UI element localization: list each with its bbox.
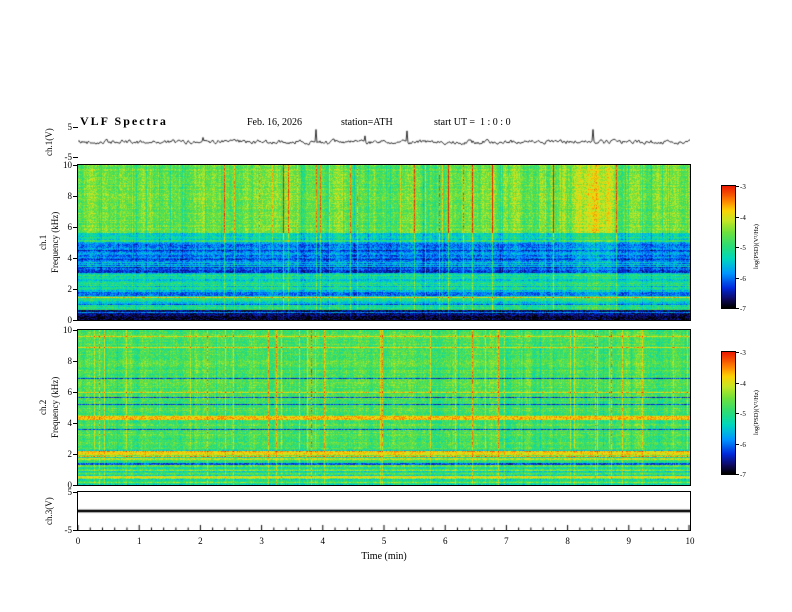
tick-mark xyxy=(73,361,78,362)
tick-mark xyxy=(73,423,78,424)
tick-mark xyxy=(736,413,739,414)
ch2-channel-axis-label: ch.2 xyxy=(38,399,48,416)
tick-mark xyxy=(73,165,78,166)
ch3-waveform-plot xyxy=(78,492,690,530)
tick-mark xyxy=(73,392,78,393)
tick-label: 4 xyxy=(67,253,73,263)
tick-label: 10 xyxy=(63,160,72,170)
tick-mark xyxy=(736,216,739,218)
tick-label: 4 xyxy=(320,536,326,546)
tick-label: 9 xyxy=(626,536,632,546)
tick-label: 0 xyxy=(75,536,81,546)
tick-mark xyxy=(73,227,78,228)
tick-label: 6 xyxy=(442,536,448,546)
tick-mark xyxy=(736,186,739,187)
vlf-spectra-figure: VLF Spectra Feb. 16, 2026 station=ATH st… xyxy=(0,0,792,612)
tick-label: 5 xyxy=(381,536,387,546)
tick-mark xyxy=(73,485,78,486)
tick-label: -7 xyxy=(740,305,746,313)
tick-mark xyxy=(73,330,78,331)
ch1-frequency-axis-label: Frequency (kHz) xyxy=(50,211,60,274)
tick-label: -5 xyxy=(740,410,746,418)
tick-mark xyxy=(73,289,78,290)
tick-mark xyxy=(736,474,739,475)
tick-label: 10 xyxy=(685,536,695,546)
tick-label: -6 xyxy=(740,274,746,283)
tick-mark xyxy=(736,443,739,445)
colorbar2 xyxy=(722,352,735,474)
tick-label: 7 xyxy=(504,536,509,546)
tick-mark xyxy=(73,320,78,321)
tick-mark xyxy=(73,157,78,158)
tick-label: -5 xyxy=(740,244,746,252)
tick-label: -3 xyxy=(740,183,746,191)
tick-label: 10 xyxy=(63,325,72,335)
tick-label: 2 xyxy=(67,284,73,294)
tick-mark xyxy=(73,492,78,493)
tick-label: 4 xyxy=(67,418,73,428)
tick-mark xyxy=(73,454,78,455)
tick-label: 3 xyxy=(259,536,264,546)
time-axis-label: Time (min) xyxy=(361,551,407,562)
tick-mark xyxy=(73,196,78,197)
tick-mark xyxy=(73,258,78,259)
tick-mark xyxy=(73,127,78,128)
colorbar1 xyxy=(722,186,735,308)
ch1-channel-axis-label: ch.1 xyxy=(38,234,48,251)
tick-label: 5 xyxy=(67,487,73,497)
tick-label: 8 xyxy=(565,536,570,546)
tick-label: -4 xyxy=(740,379,746,388)
tick-label: 8 xyxy=(67,191,73,201)
tick-mark xyxy=(736,352,739,353)
tick-label: -7 xyxy=(740,471,746,479)
tick-label: -3 xyxy=(740,349,746,357)
tick-label: 6 xyxy=(67,387,73,397)
tick-label: 1 xyxy=(136,536,142,546)
tick-mark xyxy=(736,382,739,384)
tick-label: -6 xyxy=(740,440,746,449)
tick-mark xyxy=(736,247,739,248)
ch1-waveform-plot xyxy=(78,127,690,157)
ch1-spectrogram xyxy=(78,165,690,320)
tick-mark xyxy=(736,277,739,279)
tick-label: 6 xyxy=(67,222,73,232)
tick-label: -5 xyxy=(64,525,73,535)
tick-label: 5 xyxy=(67,122,73,132)
tick-label: 0 xyxy=(67,315,73,325)
tick-label: 8 xyxy=(67,356,73,366)
ch2-spectrogram xyxy=(78,330,690,485)
ch2-frequency-axis-label: Frequency (kHz) xyxy=(50,376,60,439)
tick-label: -4 xyxy=(740,213,746,222)
tick-mark xyxy=(736,308,739,309)
tick-mark xyxy=(73,530,78,531)
tick-label: 2 xyxy=(198,536,203,546)
tick-label: 2 xyxy=(67,449,73,459)
